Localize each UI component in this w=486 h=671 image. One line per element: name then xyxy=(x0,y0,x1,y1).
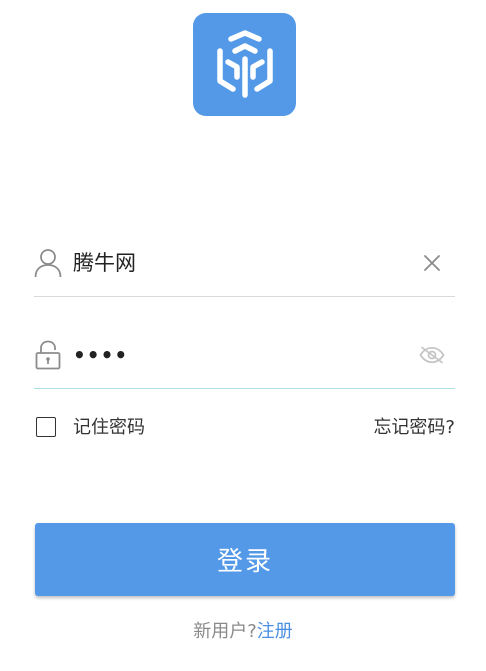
register-link[interactable]: 注册 xyxy=(257,621,293,642)
options-row: 记住密码 忘记密码? xyxy=(34,414,455,442)
password-underline xyxy=(34,388,455,389)
remember-label: 记住密码 xyxy=(73,417,145,438)
new-user-prompt: 新用户? xyxy=(193,621,257,642)
password-input[interactable]: •••• xyxy=(73,340,403,370)
cube-logo-icon xyxy=(216,29,273,98)
username-input[interactable]: 腾牛网 xyxy=(73,248,403,278)
username-field-row: 腾牛网 xyxy=(34,240,455,290)
username-underline xyxy=(34,296,455,297)
lock-icon xyxy=(34,340,62,370)
remember-checkbox[interactable] xyxy=(36,417,56,437)
user-icon xyxy=(34,248,62,278)
login-button[interactable]: 登录 xyxy=(35,523,455,596)
forgot-password-link[interactable]: 忘记密码? xyxy=(373,416,455,440)
login-page: 腾牛网 •••• 记住密码 忘记密码? 登录 新用户?注册 xyxy=(0,0,486,671)
eye-off-icon[interactable] xyxy=(419,342,445,368)
app-logo xyxy=(193,13,296,116)
password-field-row: •••• xyxy=(34,332,455,382)
register-row: 新用户?注册 xyxy=(0,619,486,645)
close-icon[interactable] xyxy=(419,250,445,276)
